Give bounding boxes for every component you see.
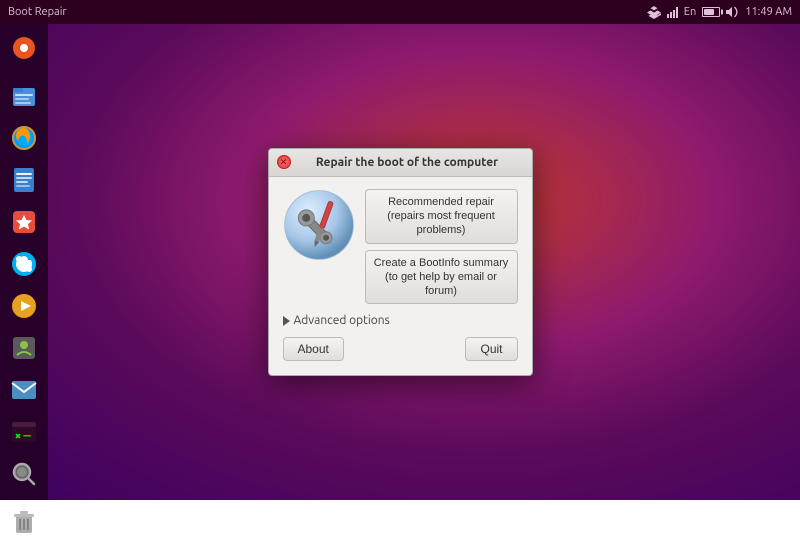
repair-icon — [283, 189, 355, 261]
dialog-content: Recommended repair (repairs most frequen… — [283, 189, 518, 305]
keyboard-layout-icon[interactable]: En — [684, 6, 696, 18]
advanced-options-label: Advanced options — [294, 314, 390, 327]
dialog-footer: About Quit — [283, 337, 518, 361]
volume-icon[interactable] — [726, 6, 739, 18]
network-signal-icon[interactable] — [667, 6, 678, 18]
titlebar-right: En 11:49 AM — [647, 5, 800, 19]
bootinfo-line2: (to get help by email or forum) — [385, 271, 497, 297]
recommended-repair-line1: Recommended repair — [388, 196, 494, 208]
dialog-overlay: ✕ Repair the boot of the computer — [0, 24, 800, 500]
desktop: Boot Repair En — [0, 0, 800, 500]
recommended-repair-button[interactable]: Recommended repair (repairs most frequen… — [365, 189, 518, 244]
system-clock[interactable]: 11:49 AM — [745, 6, 792, 18]
about-button[interactable]: About — [283, 337, 344, 361]
app-title: Boot Repair — [8, 6, 67, 18]
titlebar-left: Boot Repair — [0, 6, 67, 18]
quit-button[interactable]: Quit — [465, 337, 517, 361]
battery-icon[interactable] — [702, 7, 720, 17]
dialog-title: Repair the boot of the computer — [291, 156, 524, 169]
advanced-options-toggle[interactable]: Advanced options — [283, 314, 518, 327]
recommended-repair-line2: (repairs most frequent problems) — [387, 210, 495, 236]
dialog-close-button[interactable]: ✕ — [277, 155, 291, 169]
launcher-icon-trash[interactable] — [4, 502, 44, 542]
titlebar: Boot Repair En — [0, 0, 800, 24]
dialog-body: Recommended repair (repairs most frequen… — [269, 177, 532, 376]
dialog-buttons: Recommended repair (repairs most frequen… — [365, 189, 518, 305]
dropbox-tray-icon[interactable] — [647, 5, 661, 19]
advanced-options-arrow-icon — [283, 316, 290, 326]
boot-repair-dialog: ✕ Repair the boot of the computer — [268, 148, 533, 377]
dialog-titlebar: ✕ Repair the boot of the computer — [269, 149, 532, 177]
bootinfo-line1: Create a BootInfo summary — [374, 257, 509, 269]
bootinfo-summary-button[interactable]: Create a BootInfo summary (to get help b… — [365, 250, 518, 305]
